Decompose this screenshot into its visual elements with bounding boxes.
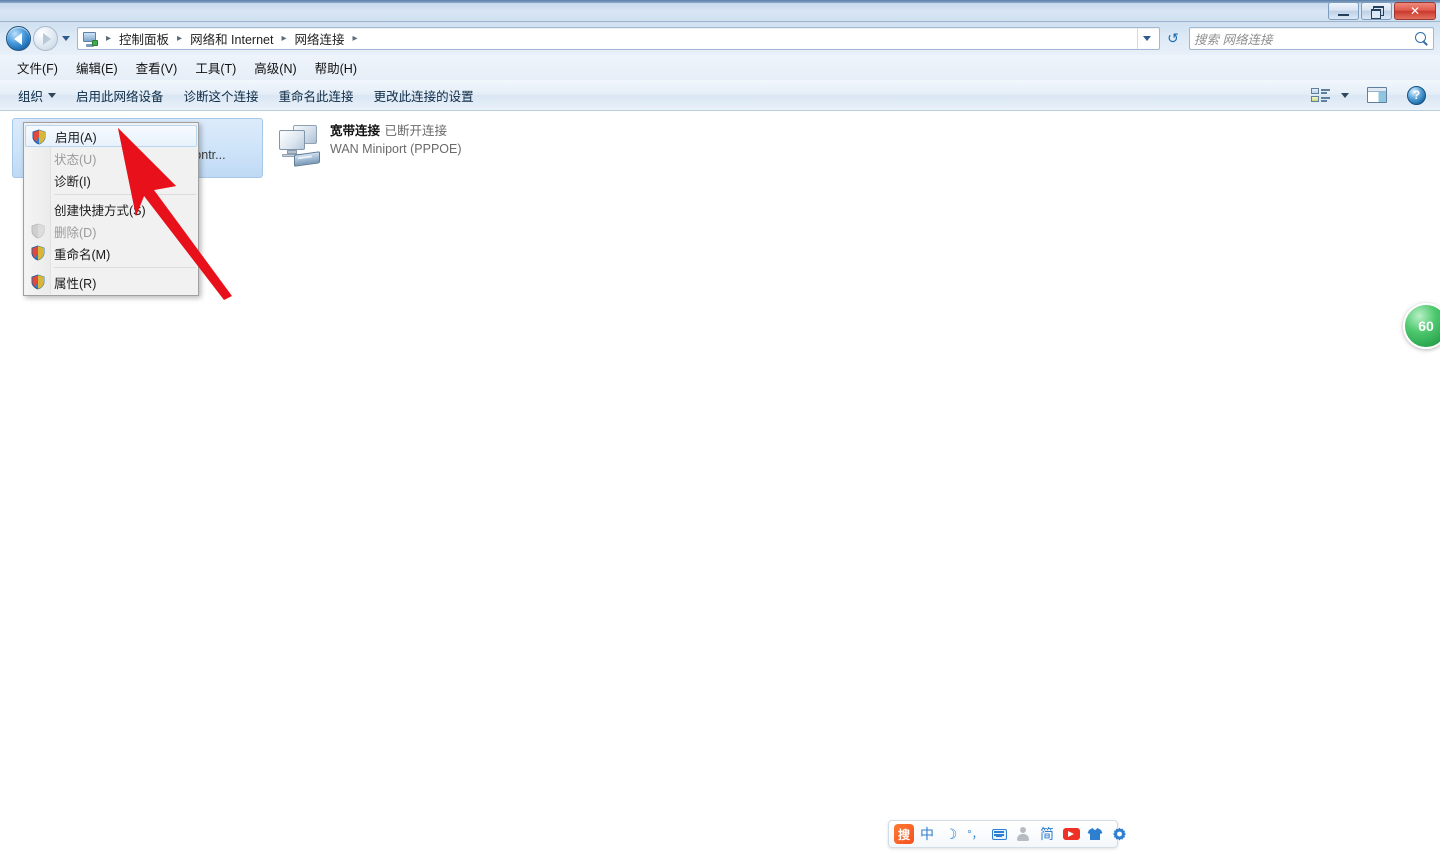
close-button[interactable]: ✕ [1394,2,1436,20]
user-account-icon[interactable] [1012,823,1034,845]
uac-shield-icon [30,245,46,261]
toolbar-right-group: ? [1311,85,1432,105]
change-settings-button[interactable]: 更改此连接的设置 [364,82,484,109]
menu-view[interactable]: 查看(V) [127,55,187,80]
context-menu-item-enable[interactable]: 启用(A) [25,125,197,147]
breadcrumb[interactable]: ▸ 控制面板 ▸ 网络和 Internet ▸ 网络连接 ▸ [77,27,1160,50]
breadcrumb-separator-0: ▸ [106,33,112,44]
menu-help[interactable]: 帮助(H) [306,55,366,80]
network-connection-icon [276,124,322,170]
refresh-icon[interactable]: ↺ [1162,27,1184,50]
network-connections-icon [82,31,98,47]
simplified-chinese-icon[interactable]: 简 [1036,823,1058,845]
breadcrumb-separator-3[interactable]: ▸ [348,33,363,44]
context-menu-item-label: 重命名(M) [54,247,111,262]
context-menu-item-delete: 删除(D) [24,220,198,242]
context-menu-separator-1 [54,194,196,195]
forward-arrow-icon [33,26,58,51]
context-menu-item-rename[interactable]: 重命名(M) [24,242,198,264]
network-connections-window: ✕ ▸ 控制面板 ▸ 网络和 Internet ▸ 网络连接 ▸ ↺ 搜索 网络… [0,0,1440,858]
punctuation-mode-icon[interactable]: °， [964,823,986,845]
organize-button[interactable]: 组织 [8,82,66,109]
context-menu-item-label: 诊断(I) [54,174,91,189]
context-menu-item-label: 创建快捷方式(S) [54,203,146,218]
chevron-down-icon [48,92,57,98]
help-icon[interactable]: ? [1407,85,1426,105]
context-menu-item-diagnose[interactable]: 诊断(I) [24,169,198,191]
diagnose-connection-button[interactable]: 诊断这个连接 [174,82,269,109]
uac-shield-icon [30,223,46,239]
command-toolbar: 组织 启用此网络设备 诊断这个连接 重命名此连接 更改此连接的设置 ? [0,80,1440,111]
floating-green-badge[interactable]: 60 [1403,303,1440,349]
connection-status: 已断开连接 [384,124,447,138]
menu-tools[interactable]: 工具(T) [186,55,245,80]
rename-connection-button[interactable]: 重命名此连接 [269,82,364,109]
search-placeholder: 搜索 网络连接 [1194,33,1273,47]
moon-icon[interactable]: ☽ [940,823,962,845]
chinese-mode-icon[interactable]: 中 [916,823,938,845]
context-menu-item-label: 启用(A) [55,130,97,145]
breadcrumb-separator-2[interactable]: ▸ [276,33,291,44]
context-menu-item-properties[interactable]: 属性(R) [24,271,198,293]
menu-advanced[interactable]: 高级(N) [245,55,305,80]
enable-device-button[interactable]: 启用此网络设备 [66,82,174,109]
sogou-logo-icon[interactable]: 搜 [894,824,914,844]
breadcrumb-item-network-connections[interactable]: 网络连接 [291,27,347,50]
context-menu-item-create-shortcut[interactable]: 创建快捷方式(S) [24,198,198,220]
context-menu-item-status: 状态(U) [24,147,198,169]
uac-shield-icon [31,129,47,145]
context-menu-item-label: 状态(U) [54,152,97,167]
context-menu-item-label: 删除(D) [54,225,97,240]
maximize-button[interactable] [1361,2,1392,20]
ime-toolbar: 搜 中 ☽ °， 简 [888,820,1126,848]
video-record-icon[interactable] [1060,823,1082,845]
list-item-broadband[interactable]: 宽带连接 已断开连接 WAN Miniport (PPPOE) [268,116,528,178]
breadcrumb-separator-1[interactable]: ▸ [172,33,187,44]
context-menu: 启用(A) 状态(U) 诊断(I) 创建快捷方式(S) 删除(D) 重命名(M)… [23,122,199,296]
chevron-down-icon[interactable] [1341,92,1349,98]
window-controls: ✕ [1328,2,1436,20]
search-icon[interactable] [1415,31,1429,46]
minimize-button[interactable] [1328,2,1359,20]
organize-label: 组织 [18,89,44,104]
list-item-text: 宽带连接 已断开连接 WAN Miniport (PPPOE) [330,122,520,158]
back-arrow-icon[interactable] [6,26,31,51]
address-bar: ▸ 控制面板 ▸ 网络和 Internet ▸ 网络连接 ▸ ↺ 搜索 网络连接 [0,22,1440,55]
menu-bar: 文件(F) 编辑(E) 查看(V) 工具(T) 高级(N) 帮助(H) [0,55,1440,80]
skin-icon[interactable] [1084,823,1106,845]
uac-shield-icon [30,274,46,290]
menu-edit[interactable]: 编辑(E) [67,55,127,80]
title-bar-edge [0,0,1440,3]
soft-keyboard-icon[interactable] [988,823,1010,845]
title-bar[interactable]: ✕ [0,0,1440,22]
context-menu-item-label: 属性(R) [54,276,97,291]
connections-list: ily Contr... 宽带连接 已断开连接 WAN Miniport (PP… [0,111,1440,858]
settings-gear-icon[interactable] [1108,823,1130,845]
menu-file[interactable]: 文件(F) [8,55,67,80]
preview-pane-icon[interactable] [1367,87,1387,103]
connection-device: WAN Miniport (PPPOE) [330,142,462,156]
search-input[interactable]: 搜索 网络连接 [1189,27,1434,50]
address-dropdown-icon[interactable] [1137,28,1155,49]
breadcrumb-item-control-panel[interactable]: 控制面板 [116,27,172,50]
breadcrumb-item-network-internet[interactable]: 网络和 Internet [187,27,276,50]
change-view-icon[interactable] [1311,87,1331,103]
context-menu-separator-2 [54,267,196,268]
history-dropdown-icon[interactable] [58,28,74,50]
connection-name: 宽带连接 [330,124,381,138]
